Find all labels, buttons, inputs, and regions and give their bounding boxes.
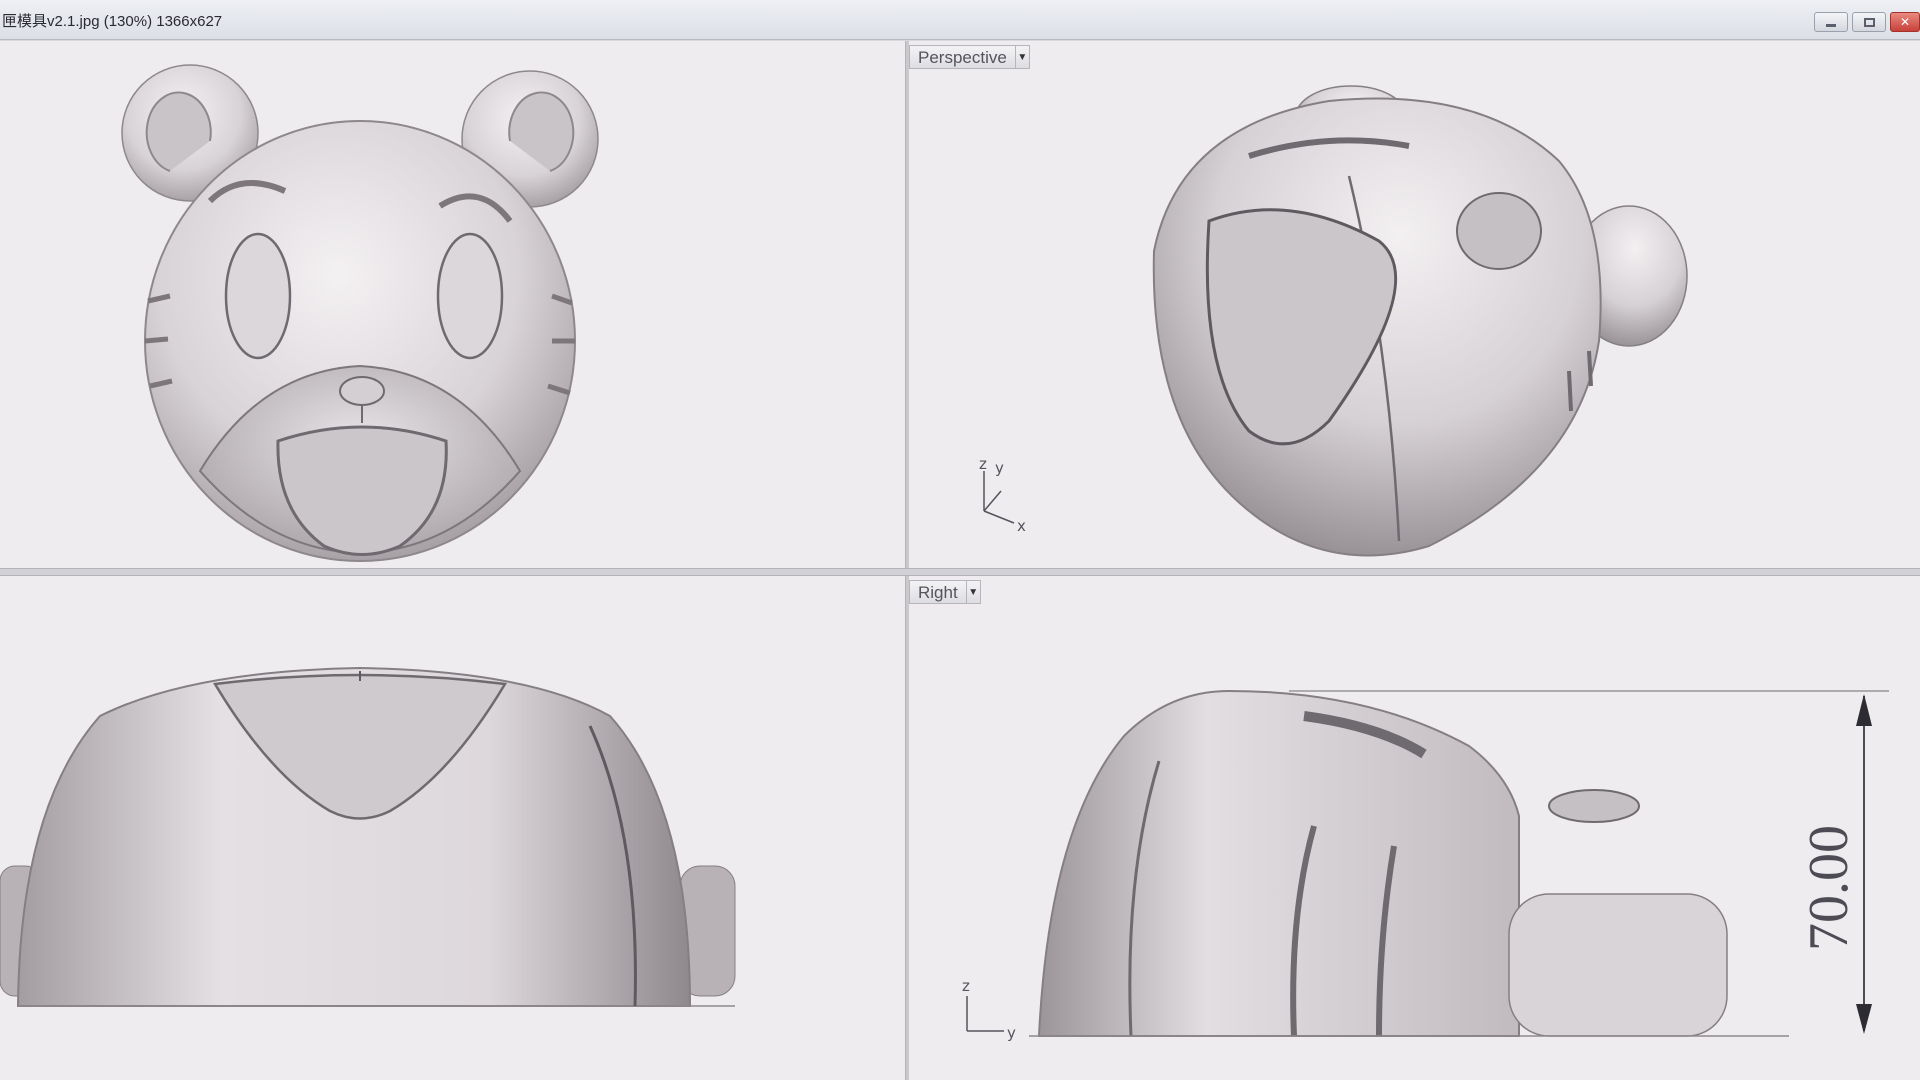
axis-label-x: x bbox=[1017, 517, 1026, 535]
bear-front-model bbox=[0, 666, 736, 1007]
close-button[interactable]: ✕ bbox=[1890, 12, 1920, 32]
maximize-button[interactable] bbox=[1852, 12, 1886, 32]
axis-label-y: y bbox=[995, 459, 1004, 477]
window-controls: ✕ bbox=[1814, 12, 1920, 34]
minimize-icon bbox=[1826, 23, 1836, 27]
axis-label-z: z bbox=[962, 977, 970, 995]
viewport-splitter-horizontal[interactable] bbox=[0, 568, 1920, 576]
axis-label-z: z bbox=[979, 455, 987, 473]
axis-gizmo: z y bbox=[962, 977, 1016, 1042]
dimension-value: 70.00 bbox=[1798, 825, 1860, 951]
viewport-front[interactable] bbox=[0, 576, 905, 1080]
bear-perspective-model: z y x bbox=[979, 85, 1688, 557]
viewport-perspective[interactable]: Perspective ▼ z y x bbox=[909, 41, 1920, 568]
viewport-splitter-vertical[interactable] bbox=[905, 41, 909, 1080]
axis-gizmo: z y x bbox=[979, 455, 1026, 535]
viewport-right[interactable]: Right ▼ 70.00 z y bbox=[909, 576, 1920, 1080]
viewport-top[interactable] bbox=[0, 41, 905, 568]
window-title: 匣模具v2.1.jpg (130%) 1366x627 bbox=[2, 13, 223, 30]
bear-right-model: 70.00 z y bbox=[962, 689, 1889, 1042]
bear-face-model bbox=[121, 64, 599, 562]
axis-label-y: y bbox=[1007, 1024, 1016, 1042]
window-titlebar: 匣模具v2.1.jpg (130%) 1366x627 ✕ bbox=[0, 0, 1920, 40]
maximize-icon bbox=[1863, 17, 1875, 27]
close-icon: ✕ bbox=[1899, 15, 1911, 29]
minimize-button[interactable] bbox=[1814, 12, 1848, 32]
